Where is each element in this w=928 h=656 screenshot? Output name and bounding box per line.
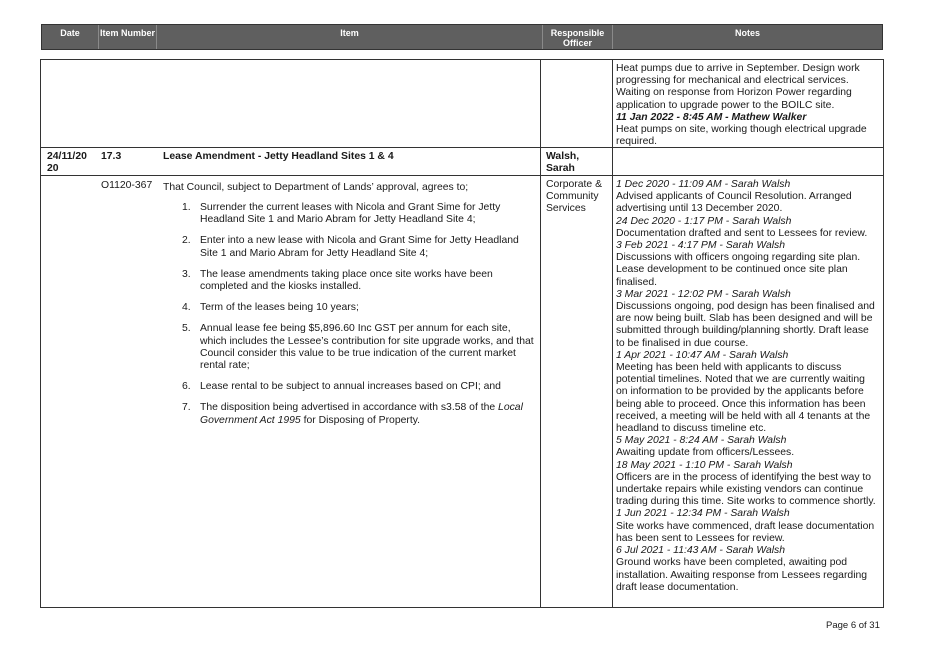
item-responsible-officer: Walsh, Sarah (546, 151, 580, 175)
resolution-point: 3. The lease amendments taking place once… (182, 268, 493, 293)
note-timestamp: 6 Jul 2021 - 11:43 AM - Sarah Walsh (616, 545, 786, 557)
note-timestamp: 11 Jan 2022 - 8:45 AM - Mathew Walker (616, 111, 807, 123)
header-item: Item (157, 25, 543, 49)
note-text: Advised applicants of Council Resolution… (616, 191, 852, 215)
header-item-number: Item Number (99, 25, 157, 49)
item-title: Lease Amendment - Jetty Headland Sites 1… (163, 151, 394, 162)
note-text: Meeting has been held with applicants to… (616, 362, 871, 435)
resolution-point: 1. Surrender the current leases with Nico… (182, 202, 501, 226)
resolution-point: 4. Term of the leases being 10 years; (182, 302, 359, 314)
resolution-point: 7. The disposition being advertised in ac… (182, 402, 523, 426)
item-number: 17.3 (101, 151, 122, 162)
note-timestamp: 24 Dec 2020 - 1:17 PM - Sarah Walsh (616, 215, 792, 227)
header-notes: Notes (734, 28, 760, 38)
page-number: Page 6 of 31 (826, 620, 880, 631)
header-date: Date (42, 25, 99, 49)
resolution-intro: That Council, subject to Department of L… (163, 182, 469, 193)
resolution-points: 1. Surrender the current leases with Nico… (180, 202, 536, 436)
note-text: Documentation drafted and sent to Lessee… (616, 227, 868, 239)
header-responsible-officer: Responsible Officer (543, 25, 613, 49)
column-divider (612, 60, 613, 607)
column-divider (540, 60, 541, 607)
resolution-point: 6. Lease rental to be subject to annual i… (182, 381, 501, 393)
resolution-point: 2. Enter into a new lease with Nicola and… (182, 235, 519, 259)
note-timestamp: 3 Mar 2021 - 12:02 PM - Sarah Walsh (616, 288, 791, 300)
notes-log: 1 Dec 2020 - 11:09 AM - Sarah Walsh Advi… (616, 179, 878, 594)
note-timestamp: 1 Jun 2021 - 12:34 PM - Sarah Walsh (616, 508, 790, 520)
note-timestamp: 3 Feb 2021 - 4:17 PM - Sarah Walsh (616, 240, 786, 252)
note-text: Awaiting update from officers/Lessees. (616, 447, 795, 459)
resolution-code: O1120-367 (101, 180, 153, 191)
note-timestamp: 18 May 2021 - 1:10 PM - Sarah Walsh (616, 459, 793, 471)
resolution-point: 5. Annual lease fee being $5,896.60 Inc G… (182, 323, 534, 372)
note-timestamp: 1 Dec 2020 - 11:09 AM - Sarah Walsh (616, 179, 791, 190)
note-timestamp: 1 Apr 2021 - 10:47 AM - Sarah Walsh (616, 349, 789, 361)
minutes-table: Heat pumps due to arrive in September. D… (40, 59, 884, 608)
note-text: Ground works have been completed, awaiti… (616, 557, 868, 593)
note-text: Heat pumps due to arrive in September. D… (616, 63, 860, 111)
note-text: Officers are in the process of identifyi… (616, 471, 876, 508)
responsible-department: Corporate & Community Services (546, 179, 603, 215)
note-text: Heat pumps on site, working though elect… (616, 124, 867, 148)
note-text: Discussions with officers ongoing regard… (616, 252, 861, 288)
row-divider (41, 175, 883, 176)
table-header: Date Item Number Item Responsible Office… (41, 24, 883, 50)
note-text: Discussions ongoing, pod design has been… (616, 301, 875, 349)
item-date: 24/11/20 20 (47, 151, 87, 175)
note-text: Site works have commenced, draft lease d… (616, 520, 875, 544)
note-timestamp: 5 May 2021 - 8:24 AM - Sarah Walsh (616, 435, 787, 447)
continued-notes: Heat pumps due to arrive in September. D… (616, 63, 878, 148)
